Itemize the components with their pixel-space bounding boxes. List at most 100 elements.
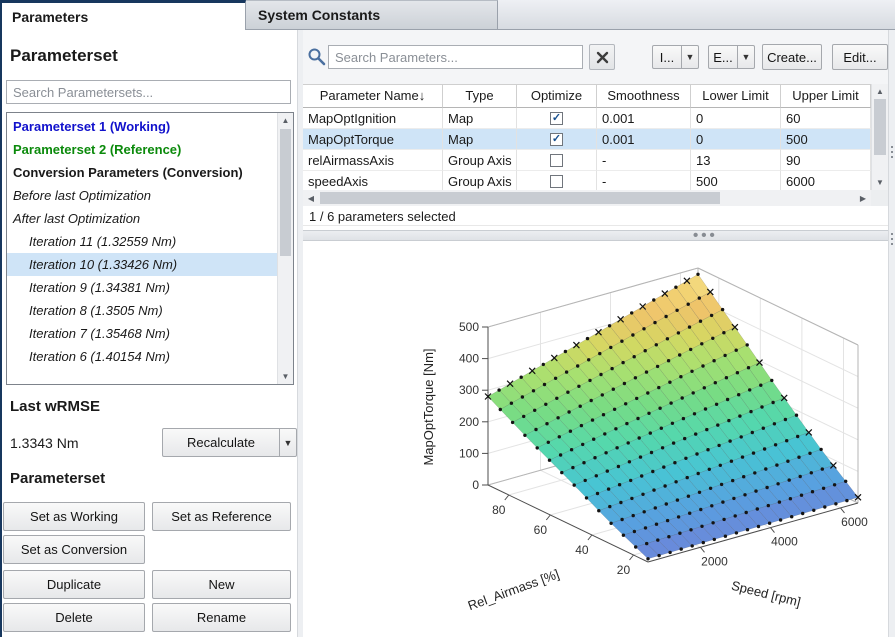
parameterset-item[interactable]: Iteration 11 (1.32559 Nm) [7, 230, 277, 253]
table-cell[interactable]: - [597, 150, 691, 171]
column-header-upper-limit[interactable]: Upper Limit [781, 84, 871, 108]
table-cell[interactable] [517, 171, 597, 192]
column-header-parameter-name[interactable]: Parameter Name↓ [303, 84, 443, 108]
table-cell[interactable]: ✓ [517, 108, 597, 129]
table-cell[interactable]: 60 [781, 108, 871, 129]
parameterset-item[interactable]: Iteration 8 (1.3505 Nm) [7, 299, 277, 322]
set-as-conversion-button[interactable]: Set as Conversion [3, 535, 145, 564]
table-vertical-scrollbar[interactable]: ▲ ▼ [871, 84, 888, 190]
rename-button[interactable]: Rename [152, 603, 291, 632]
recalculate-dropdown-arrow-icon[interactable]: ▼ [280, 428, 297, 457]
set-as-reference-button[interactable]: Set as Reference [152, 502, 291, 531]
table-cell[interactable]: 13 [691, 150, 781, 171]
parameterset-item[interactable]: Iteration 10 (1.33426 Nm) [7, 253, 277, 276]
parameterset-search-input[interactable] [6, 80, 291, 104]
parameterset-item[interactable]: After last Optimization [7, 207, 277, 230]
table-cell[interactable]: - [597, 171, 691, 192]
set-as-working-button[interactable]: Set as Working [3, 502, 145, 531]
column-header-smoothness[interactable]: Smoothness [597, 84, 691, 108]
checkbox-unchecked[interactable] [550, 175, 563, 188]
column-header-optimize[interactable]: Optimize [517, 84, 597, 108]
svg-text:4000: 4000 [771, 535, 798, 549]
search-icon [307, 47, 326, 66]
table-cell[interactable]: speedAxis [303, 171, 443, 192]
scroll-left-icon[interactable]: ◀ [303, 190, 319, 206]
checkbox-checked[interactable]: ✓ [550, 133, 563, 146]
recalculate-button[interactable]: Recalculate [162, 428, 280, 457]
column-header-type[interactable]: Type [443, 84, 517, 108]
clear-filter-button[interactable] [589, 44, 615, 70]
table-cell[interactable]: Group Axis [443, 150, 517, 171]
table-cell[interactable]: 6000 [781, 171, 871, 192]
scroll-down-icon[interactable]: ▼ [872, 175, 888, 190]
surface-plot-3d[interactable]: 010020030040050020406080200040006000MapO… [303, 242, 888, 637]
svg-text:40: 40 [575, 543, 589, 557]
parameterset-title: Parameterset [10, 46, 118, 66]
parameterset-item[interactable]: Iteration 9 (1.34381 Nm) [7, 276, 277, 299]
svg-text:400: 400 [459, 352, 479, 366]
table-row[interactable]: speedAxisGroup Axis -5006000 [303, 171, 871, 192]
delete-button[interactable]: Delete [3, 603, 145, 632]
parameterset-item[interactable]: Iteration 7 (1.35468 Nm) [7, 322, 277, 345]
svg-text:20: 20 [617, 563, 631, 577]
table-cell[interactable]: ✓ [517, 129, 597, 150]
column-header-lower-limit[interactable]: Lower Limit [691, 84, 781, 108]
table-cell[interactable]: Map [443, 129, 517, 150]
table-cell[interactable]: MapOptTorque [303, 129, 443, 150]
parameterset-item[interactable]: Iteration 6 (1.40154 Nm) [7, 345, 277, 368]
parameters-search-input[interactable] [328, 45, 583, 69]
tab-system-constants[interactable]: System Constants [246, 0, 498, 29]
parameterset-list-scrollbar[interactable]: ▲ ▼ [277, 113, 293, 384]
scroll-right-icon[interactable]: ▶ [855, 190, 871, 206]
table-horizontal-scrollbar[interactable]: ◀ ▶ [303, 190, 871, 206]
create-button[interactable]: Create... [762, 44, 822, 70]
parameterset-actions-title: Parameterset [10, 470, 105, 487]
right-gutter-splitter[interactable] [888, 30, 895, 637]
edit-button[interactable]: Edit... [832, 44, 888, 70]
table-row[interactable]: relAirmassAxisGroup Axis -1390 [303, 150, 871, 171]
svg-text:200: 200 [459, 415, 479, 429]
scroll-down-icon[interactable]: ▼ [278, 369, 293, 384]
duplicate-button[interactable]: Duplicate [3, 570, 145, 599]
parameterset-item[interactable]: Parameterset 2 (Reference) [7, 138, 277, 161]
scroll-up-icon[interactable]: ▲ [872, 84, 888, 99]
scrollbar-thumb[interactable] [280, 129, 291, 256]
checkbox-checked[interactable]: ✓ [550, 112, 563, 125]
import-button[interactable]: I... [652, 45, 682, 69]
checkbox-unchecked[interactable] [550, 154, 563, 167]
table-cell[interactable]: 0.001 [597, 129, 691, 150]
export-button[interactable]: E... [708, 45, 738, 69]
gutter-grip-icon [891, 232, 893, 246]
svg-text:500: 500 [459, 320, 479, 334]
tab-parameters[interactable]: Parameters [0, 0, 246, 30]
scroll-up-icon[interactable]: ▲ [278, 113, 293, 128]
scrollbar-thumb[interactable] [320, 192, 720, 204]
table-row[interactable]: MapOptIgnitionMap ✓ 0.001060 [303, 108, 871, 129]
new-button[interactable]: New [152, 570, 291, 599]
export-dropdown-arrow-icon[interactable]: ▼ [738, 45, 755, 69]
table-row[interactable]: MapOptTorqueMap ✓ 0.0010500 [303, 129, 871, 150]
table-cell[interactable]: 90 [781, 150, 871, 171]
table-cell[interactable] [517, 150, 597, 171]
import-dropdown-arrow-icon[interactable]: ▼ [682, 45, 699, 69]
horizontal-splitter[interactable]: ••• [303, 230, 888, 241]
table-cell[interactable]: MapOptIgnition [303, 108, 443, 129]
parameterset-item[interactable]: Parameterset 1 (Working) [7, 115, 277, 138]
table-cell[interactable]: 0 [691, 108, 781, 129]
table-cell[interactable]: Group Axis [443, 171, 517, 192]
table-cell[interactable]: 500 [691, 171, 781, 192]
table-cell[interactable]: 500 [781, 129, 871, 150]
parameterset-item[interactable]: Conversion Parameters (Conversion) [7, 161, 277, 184]
table-cell[interactable]: 0.001 [597, 108, 691, 129]
table-cell[interactable]: 0 [691, 129, 781, 150]
scrollbar-thumb[interactable] [874, 99, 886, 155]
y-axis-label: Speed [rpm] [730, 578, 802, 610]
table-cell[interactable]: Map [443, 108, 517, 129]
table-cell[interactable]: relAirmassAxis [303, 150, 443, 171]
parameterset-list: Parameterset 1 (Working)Parameterset 2 (… [6, 112, 294, 385]
import-split-button: I... ▼ [652, 45, 699, 69]
svg-text:300: 300 [459, 383, 479, 397]
parameterset-item[interactable]: Before last Optimization [7, 184, 277, 207]
surface-plot-svg[interactable]: 010020030040050020406080200040006000MapO… [303, 242, 888, 637]
recalculate-split-button: Recalculate ▼ [162, 428, 297, 457]
